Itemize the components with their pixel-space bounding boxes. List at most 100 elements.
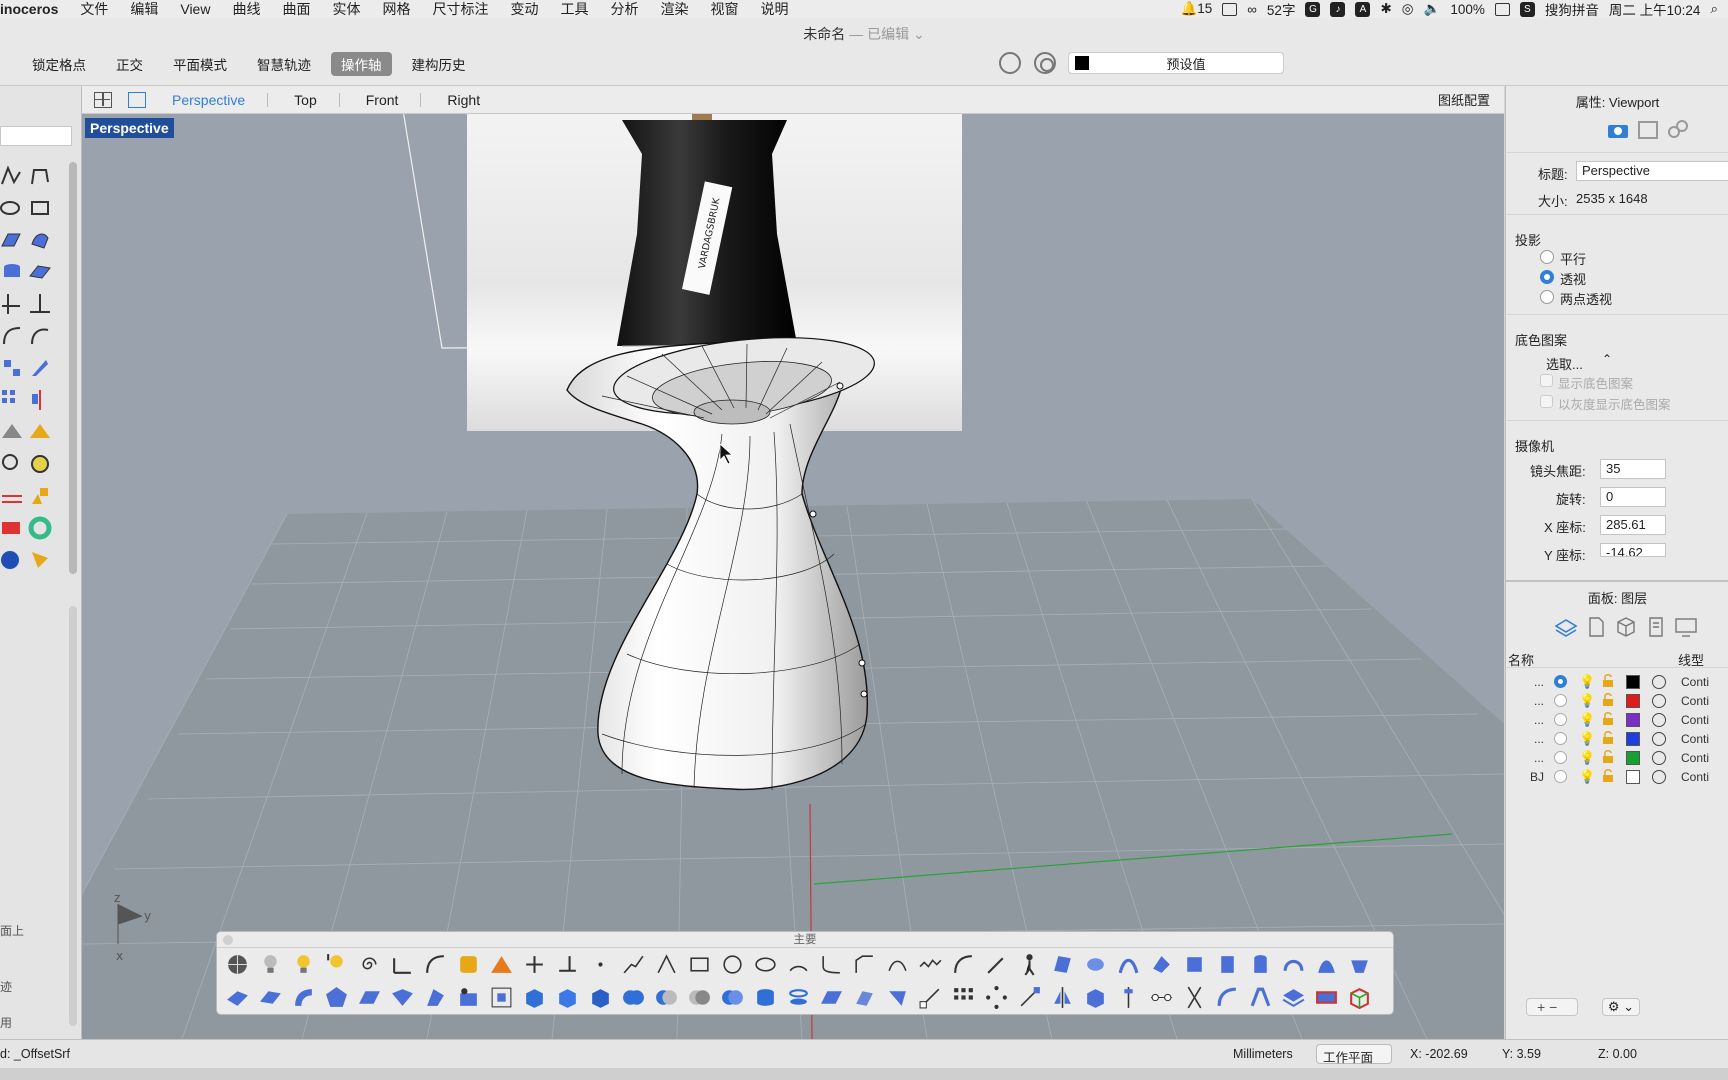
menu-transform[interactable]: 变动 xyxy=(510,0,538,19)
layer-linetype[interactable]: Conti xyxy=(1681,770,1709,784)
word-count[interactable]: 52字 xyxy=(1267,0,1296,19)
viewport-title[interactable]: Perspective xyxy=(85,118,174,138)
input-a-icon[interactable]: A xyxy=(1355,1,1371,17)
zoom-tool-icon[interactable] xyxy=(0,452,24,476)
blend-tool-icon[interactable] xyxy=(28,324,52,348)
preset-selector[interactable]: 预设值 xyxy=(1068,52,1284,74)
cube-icon[interactable] xyxy=(1614,616,1638,638)
plane-tool-icon[interactable] xyxy=(28,260,52,284)
layer-row[interactable]: ... 💡 Conti xyxy=(1506,711,1728,730)
layer-row[interactable]: ... 💡 Conti xyxy=(1506,749,1728,768)
patch-icon[interactable] xyxy=(1182,952,1207,977)
layer-lock-icon[interactable] xyxy=(1602,750,1614,763)
shapes-tool-icon[interactable] xyxy=(28,484,52,508)
zoom-extents-icon[interactable] xyxy=(489,985,514,1010)
layer-material-icon[interactable] xyxy=(1652,675,1666,689)
box-corner-icon[interactable] xyxy=(555,985,580,1010)
layer-linetype[interactable]: Conti xyxy=(1681,732,1709,746)
cube-rgb-icon[interactable] xyxy=(1347,985,1372,1010)
rail-revolve-icon[interactable] xyxy=(1281,952,1306,977)
gray-background-checkbox[interactable] xyxy=(1540,395,1553,408)
layout-button[interactable]: 图纸配置 xyxy=(1438,90,1490,109)
mirror-tool-icon[interactable] xyxy=(28,388,52,412)
layer-lock-icon[interactable] xyxy=(1602,674,1614,687)
layer-color-swatch[interactable] xyxy=(1626,770,1640,784)
layer-color-swatch[interactable] xyxy=(1626,694,1640,708)
spiral-icon[interactable] xyxy=(357,952,382,977)
notes-icon[interactable] xyxy=(1644,616,1668,638)
layer-visible-bulb-icon[interactable]: 💡 xyxy=(1579,712,1595,728)
screen-icon[interactable] xyxy=(1222,2,1238,16)
history-toggle[interactable]: 建构历史 xyxy=(402,52,476,76)
tab-front[interactable]: Front xyxy=(366,92,422,107)
layer-linetype[interactable]: Conti xyxy=(1681,675,1709,689)
tab-right[interactable]: Right xyxy=(447,93,502,107)
boolean-split-icon[interactable] xyxy=(720,985,745,1010)
command-line[interactable]: d: _OffsetSrf xyxy=(0,1047,70,1061)
light-select-icon[interactable] xyxy=(324,952,349,977)
point-icon[interactable] xyxy=(588,952,613,977)
block-icon[interactable] xyxy=(1083,985,1108,1010)
projection-parallel-radio[interactable] xyxy=(1540,250,1554,264)
unroll-icon[interactable] xyxy=(852,985,877,1010)
plane-icon[interactable] xyxy=(258,985,283,1010)
layer-lock-icon[interactable] xyxy=(1602,731,1614,744)
panel-splitter[interactable] xyxy=(1506,580,1728,582)
layer-current-radio[interactable] xyxy=(1554,732,1567,745)
dimension-tool-icon[interactable] xyxy=(28,420,52,444)
layer-color-swatch[interactable] xyxy=(1626,751,1640,765)
boolean-difference-icon[interactable] xyxy=(654,985,679,1010)
chamfer-icon[interactable] xyxy=(852,952,877,977)
layer-lock-icon[interactable] xyxy=(1602,769,1614,782)
curve-blend-icon[interactable] xyxy=(423,952,448,977)
layer-tool-icon[interactable] xyxy=(0,516,24,540)
grid-tool-icon[interactable] xyxy=(0,484,24,508)
layer-color-swatch[interactable] xyxy=(1626,732,1640,746)
menu-dimension[interactable]: 尺寸标注 xyxy=(432,0,488,19)
layer-linetype[interactable]: Conti xyxy=(1681,713,1709,727)
sweep-icon[interactable] xyxy=(1116,952,1141,977)
planar-toggle[interactable]: 平面模式 xyxy=(163,52,237,76)
revolve-icon[interactable] xyxy=(1248,952,1273,977)
layer-color-swatch[interactable] xyxy=(1626,675,1640,689)
scale-handle-icon[interactable] xyxy=(918,985,943,1010)
layers-icon[interactable] xyxy=(1554,616,1578,638)
ortho-toggle[interactable]: 正交 xyxy=(106,52,153,76)
loft-tool-icon[interactable] xyxy=(28,228,52,252)
grammarly-icon[interactable]: G xyxy=(1305,1,1321,17)
bend-icon[interactable] xyxy=(1215,985,1240,1010)
x-coord-input[interactable]: 285.61 xyxy=(1600,515,1666,535)
surface-tool-icon[interactable] xyxy=(0,228,24,252)
offset-icon[interactable] xyxy=(885,952,910,977)
layer-current-radio[interactable] xyxy=(1554,694,1567,707)
layer-current-radio[interactable] xyxy=(1554,675,1567,688)
light-tool-icon[interactable] xyxy=(28,548,52,572)
trim-icon[interactable] xyxy=(522,952,547,977)
add-layer-button[interactable]: + − xyxy=(1526,998,1578,1016)
fillet-icon[interactable] xyxy=(819,952,844,977)
menu-mesh[interactable]: 网格 xyxy=(382,0,410,19)
menu-surface[interactable]: 曲面 xyxy=(282,0,310,19)
bell-icon[interactable]: 🔔15 xyxy=(1180,1,1212,17)
document-icon[interactable] xyxy=(1584,616,1608,638)
link-icon[interactable] xyxy=(1666,120,1690,140)
mirror-icon[interactable] xyxy=(1050,985,1075,1010)
light-bulb-off-icon[interactable] xyxy=(258,952,283,977)
polyline-tool-icon[interactable] xyxy=(28,164,52,188)
ellipse-icon[interactable] xyxy=(753,952,778,977)
layer-material-icon[interactable] xyxy=(1652,770,1666,784)
layer-linetype-header[interactable]: 线型 xyxy=(1678,650,1704,669)
polar-array-icon[interactable] xyxy=(984,985,1009,1010)
layer-current-radio[interactable] xyxy=(1554,770,1567,783)
layer-lock-icon[interactable] xyxy=(1602,712,1614,725)
creative-cloud-icon[interactable]: ∞ xyxy=(1247,2,1257,17)
project-tool-icon[interactable] xyxy=(0,420,24,444)
polyline-icon[interactable] xyxy=(621,952,646,977)
background-select-button[interactable]: 选取... xyxy=(1546,354,1583,373)
bluetooth-icon[interactable]: ✱ xyxy=(1380,1,1391,17)
sogou-icon[interactable]: S xyxy=(1519,1,1535,17)
layer-current-radio[interactable] xyxy=(1554,751,1567,764)
app-menu[interactable]: inoceros xyxy=(0,1,58,17)
line-icon[interactable] xyxy=(654,952,679,977)
single-view-layout-icon[interactable] xyxy=(128,91,146,108)
